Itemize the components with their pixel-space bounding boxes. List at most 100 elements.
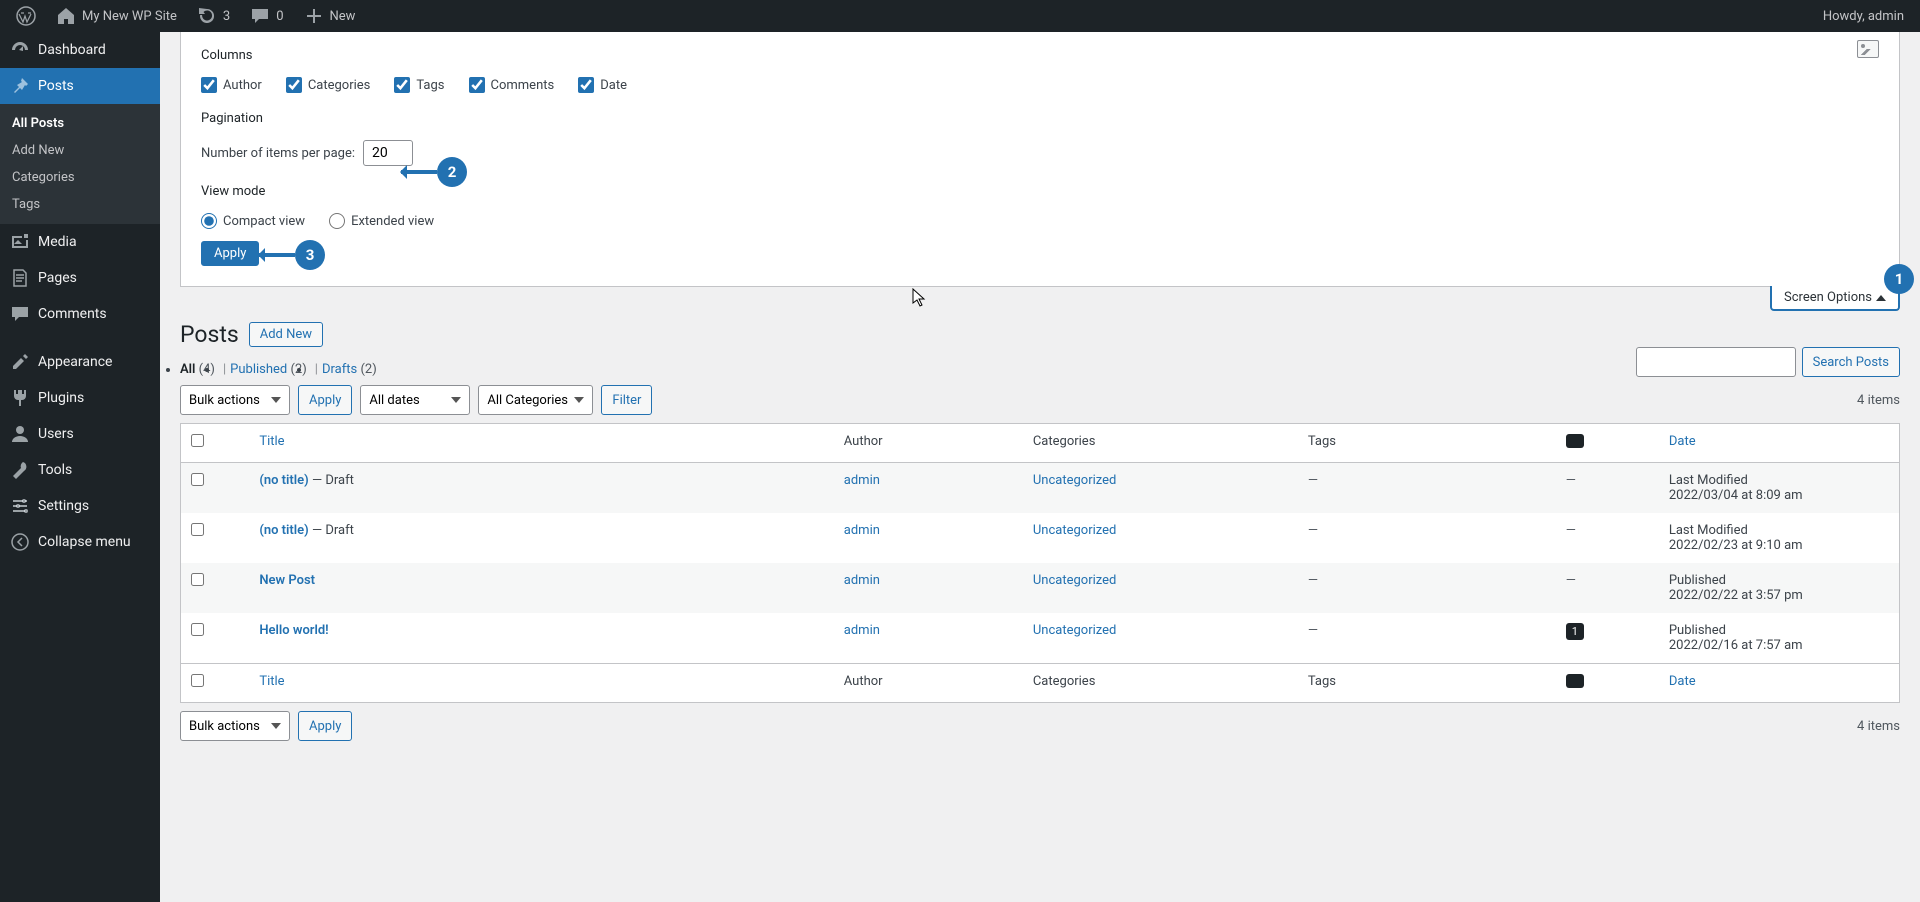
admin-sidebar: Dashboard Posts All Posts Add New Catego… [0, 32, 160, 902]
author-link[interactable]: admin [844, 473, 880, 488]
wp-logo[interactable] [8, 0, 44, 32]
category-filter-select[interactable]: All Categories [478, 385, 593, 415]
plugins-icon [10, 388, 30, 408]
media-icon [10, 232, 30, 252]
date-label: Published [1669, 623, 1726, 638]
bulk-action-select-top[interactable]: Bulk actions [180, 385, 290, 415]
admin-bar: My New WP Site 3 0 New Howdy, admin [0, 0, 1920, 32]
sort-title[interactable]: Title [259, 434, 284, 449]
comments-count: 0 [276, 9, 283, 24]
screen-options-tab[interactable]: Screen Options [1770, 286, 1900, 311]
update-icon [197, 6, 217, 26]
header-author: Author [834, 424, 1023, 463]
col-categories-toggle[interactable]: Categories [286, 77, 371, 93]
menu-collapse[interactable]: Collapse menu [0, 524, 160, 560]
row-checkbox[interactable] [191, 573, 204, 586]
wordpress-icon [16, 6, 36, 26]
post-title-link[interactable]: (no title) [259, 523, 308, 538]
col-comments-toggle[interactable]: Comments [469, 77, 555, 93]
row-checkbox[interactable] [191, 623, 204, 636]
filter-published[interactable]: Published [230, 362, 287, 377]
page-title: Posts [180, 321, 239, 348]
pin-icon [10, 76, 30, 96]
my-account[interactable]: Howdy, admin [1815, 0, 1912, 32]
settings-icon [10, 496, 30, 516]
row-checkbox[interactable] [191, 523, 204, 536]
add-new-button[interactable]: Add New [249, 322, 323, 347]
menu-plugins[interactable]: Plugins [0, 380, 160, 416]
filter-drafts[interactable]: Drafts [322, 362, 357, 377]
menu-users[interactable]: Users [0, 416, 160, 452]
pagination-legend: Pagination [201, 105, 263, 132]
menu-appearance[interactable]: Appearance [0, 344, 160, 380]
select-all-bottom[interactable] [191, 674, 204, 687]
table-row: (no title) — DraftadminUncategorized——La… [181, 463, 1900, 514]
bulk-apply-bottom[interactable]: Apply [298, 711, 352, 741]
author-link[interactable]: admin [844, 623, 880, 638]
menu-comments[interactable]: Comments [0, 296, 160, 332]
post-title-link[interactable]: (no title) [259, 473, 308, 488]
greeting: Howdy, admin [1823, 9, 1904, 24]
home-icon [56, 6, 76, 26]
compact-view-radio[interactable]: Compact view [201, 213, 305, 229]
category-link[interactable]: Uncategorized [1033, 623, 1116, 638]
tags-cell: — [1308, 523, 1318, 538]
comment-count[interactable]: 1 [1566, 623, 1584, 640]
col-tags-toggle[interactable]: Tags [394, 77, 444, 93]
search-input[interactable] [1636, 347, 1796, 377]
extended-view-radio[interactable]: Extended view [329, 213, 434, 229]
comments-link[interactable]: 0 [242, 0, 291, 32]
category-link[interactable]: Uncategorized [1033, 473, 1116, 488]
menu-dashboard[interactable]: Dashboard [0, 32, 160, 68]
updates-link[interactable]: 3 [189, 0, 238, 32]
menu-tools[interactable]: Tools [0, 452, 160, 488]
post-status: — Draft [309, 523, 354, 538]
date-filter-select[interactable]: All dates [360, 385, 470, 415]
select-all-top[interactable] [191, 434, 204, 447]
items-per-page-input[interactable] [363, 140, 413, 166]
item-count-top: 4 items [1857, 393, 1900, 408]
sort-date-foot[interactable]: Date [1669, 674, 1696, 689]
category-link[interactable]: Uncategorized [1033, 523, 1116, 538]
col-date-toggle[interactable]: Date [578, 77, 627, 93]
table-row: Hello world!adminUncategorized—1Publishe… [181, 613, 1900, 664]
menu-media[interactable]: Media [0, 224, 160, 260]
table-row: New PostadminUncategorized——Published202… [181, 563, 1900, 613]
sort-title-foot[interactable]: Title [259, 674, 284, 689]
post-title-link[interactable]: New Post [259, 573, 315, 588]
submenu-posts: All Posts Add New Categories Tags [0, 104, 160, 224]
date-label: Last Modified [1669, 473, 1748, 488]
row-checkbox[interactable] [191, 473, 204, 486]
viewmode-legend: View mode [201, 178, 265, 205]
sort-date[interactable]: Date [1669, 434, 1696, 449]
site-name-link[interactable]: My New WP Site [48, 0, 185, 32]
submenu-all-posts[interactable]: All Posts [0, 110, 160, 137]
menu-pages[interactable]: Pages [0, 260, 160, 296]
category-link[interactable]: Uncategorized [1033, 573, 1116, 588]
col-author-toggle[interactable]: Author [201, 77, 262, 93]
new-content-link[interactable]: New [296, 0, 364, 32]
annotation-3: 3 [295, 240, 325, 270]
filter-button[interactable]: Filter [601, 385, 652, 415]
header-tags: Tags [1298, 424, 1556, 463]
collapse-icon [10, 532, 30, 552]
bulk-action-select-bottom[interactable]: Bulk actions [180, 711, 290, 741]
tags-cell: — [1308, 473, 1318, 488]
bulk-apply-top[interactable]: Apply [298, 385, 352, 415]
filter-all[interactable]: All [180, 362, 195, 377]
main-content: Columns Author Categories Tags Comments … [160, 32, 1920, 902]
post-title-link[interactable]: Hello world! [259, 623, 328, 638]
annotation-1: 1 [1884, 264, 1914, 294]
search-posts-button[interactable]: Search Posts [1802, 347, 1900, 377]
author-link[interactable]: admin [844, 523, 880, 538]
submenu-add-new[interactable]: Add New [0, 137, 160, 164]
posts-table: Title Author Categories Tags Date (no ti… [180, 423, 1900, 703]
submenu-categories[interactable]: Categories [0, 164, 160, 191]
menu-posts[interactable]: Posts [0, 68, 160, 104]
submenu-tags[interactable]: Tags [0, 191, 160, 218]
menu-settings[interactable]: Settings [0, 488, 160, 524]
author-link[interactable]: admin [844, 573, 880, 588]
annotation-2: 2 [437, 157, 467, 187]
plus-icon [304, 6, 324, 26]
screen-options-panel: Columns Author Categories Tags Comments … [180, 32, 1900, 287]
